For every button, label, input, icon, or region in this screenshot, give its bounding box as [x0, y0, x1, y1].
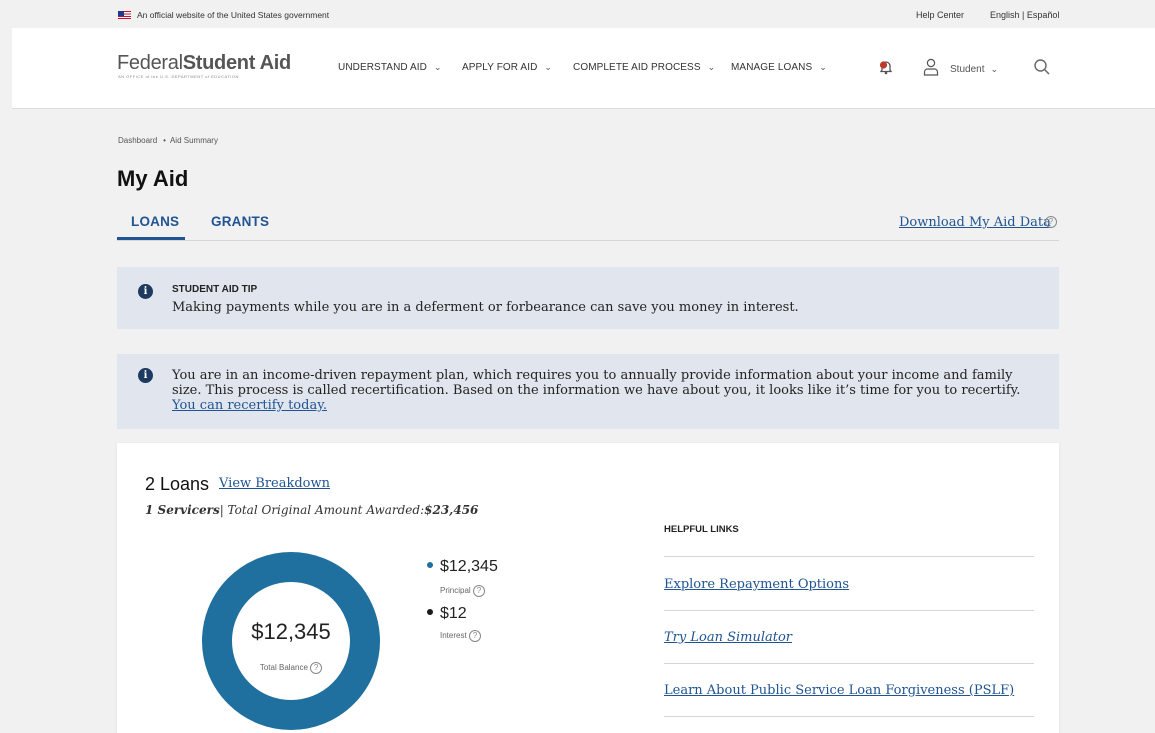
chevron-down-icon: ⌄ — [990, 64, 999, 74]
nav-label: MANAGE LOANS — [731, 62, 813, 73]
interest-label: Interest ? — [440, 630, 481, 642]
help-icon[interactable]: ? — [310, 662, 323, 674]
divider — [664, 556, 1034, 557]
total-balance-label-text: Total Balance — [259, 663, 308, 673]
recertification-alert: i You are in an income-driven repayment … — [117, 354, 1059, 429]
divider — [664, 663, 1034, 664]
chevron-down-icon: ⌄ — [544, 62, 553, 72]
view-breakdown-link[interactable]: View Breakdown — [219, 476, 330, 491]
nav-label: COMPLETE AID PROCESS — [573, 62, 701, 73]
notification-bell-icon[interactable] — [878, 59, 894, 75]
total-balance-amount: $12,345 — [251, 619, 331, 644]
loans-count: 2 Loans — [145, 474, 210, 494]
info-icon: i — [138, 284, 153, 299]
student-aid-tip-alert: i STUDENT AID TIP Making payments while … — [117, 267, 1059, 329]
alert-message-text: You are in an income-driven repayment pl… — [172, 368, 1021, 398]
download-aid-data-link[interactable]: Download My Aid Data — [899, 215, 1051, 230]
page-title: My Aid — [117, 166, 189, 191]
helpful-links-title: HELPFUL LINKS — [664, 524, 739, 535]
search-icon[interactable] — [1033, 58, 1051, 76]
gov-banner: An official website of the United States… — [0, 0, 1155, 28]
total-awarded-amount: $23,456 — [424, 503, 479, 517]
nav-label: UNDERSTAND AID — [338, 62, 428, 73]
tabs-divider — [117, 240, 1059, 241]
nav-label: APPLY FOR AID — [462, 62, 538, 73]
tab-loans[interactable]: LOANS — [131, 214, 179, 229]
loan-simulator-link[interactable]: Try Loan Simulator — [664, 630, 792, 645]
breadcrumb: Dashboard • Aid Summary — [118, 136, 218, 145]
alert-message: Making payments while you are in a defer… — [172, 300, 799, 315]
interest-value: $12 — [440, 605, 467, 622]
help-center-link[interactable]: Help Center — [916, 10, 964, 20]
interest-label-text: Interest — [440, 631, 467, 641]
principal-label: Principal ? — [440, 585, 485, 597]
user-menu[interactable]: Student ⌄ — [950, 64, 998, 75]
pslf-link[interactable]: Learn About Public Service Loan Forgiven… — [664, 683, 1014, 698]
principal-label-text: Principal — [440, 586, 471, 596]
loans-summary-line: 1 Servicers| Total Original Amount Award… — [145, 503, 478, 517]
divider — [664, 610, 1034, 611]
breadcrumb-dashboard[interactable]: Dashboard — [118, 136, 157, 145]
nav-understand-aid[interactable]: UNDERSTAND AID ⌄ — [338, 62, 442, 73]
user-name: Student — [950, 64, 985, 75]
breadcrumb-separator: • — [163, 136, 166, 145]
alert-message: You are in an income-driven repayment pl… — [172, 368, 1042, 413]
help-icon[interactable]: ? — [468, 630, 481, 642]
us-flag-icon — [118, 11, 131, 19]
user-icon[interactable] — [923, 58, 939, 76]
recertify-link[interactable]: You can recertify today. — [172, 398, 327, 413]
logo-student-aid-text: Student Aid — [182, 52, 291, 74]
tab-grants[interactable]: GRANTS — [211, 214, 269, 229]
nav-complete-aid-process[interactable]: COMPLETE AID PROCESS ⌄ — [573, 62, 715, 73]
language-toggle[interactable]: English | Español — [990, 10, 1059, 20]
principal-dot — [427, 562, 433, 568]
interest-dot — [427, 609, 433, 615]
servicers-count: 1 Servicers — [145, 503, 220, 517]
gov-banner-text: An official website of the United States… — [137, 10, 330, 20]
fsa-logo[interactable]: FederalStudent Aid — [117, 52, 291, 75]
help-icon[interactable]: ? — [1045, 216, 1057, 228]
info-icon: i — [138, 368, 153, 383]
total-balance-label: Total Balance ? — [201, 662, 381, 674]
breadcrumb-current: Aid Summary — [169, 136, 218, 145]
loans-summary-card: 2 Loans View Breakdown 1 Servicers| Tota… — [117, 443, 1059, 733]
chevron-down-icon: ⌄ — [819, 62, 827, 72]
summary-text: | Total Original Amount Awarded: — [219, 503, 425, 517]
nav-manage-loans[interactable]: MANAGE LOANS ⌄ — [731, 62, 827, 73]
explore-repayment-link[interactable]: Explore Repayment Options — [664, 577, 849, 592]
divider — [664, 716, 1034, 717]
logo-federal-text: Federal — [117, 52, 183, 74]
principal-value: $12,345 — [440, 558, 498, 575]
chevron-down-icon: ⌄ — [707, 62, 716, 72]
chevron-down-icon: ⌄ — [434, 62, 442, 72]
help-icon[interactable]: ? — [472, 585, 485, 597]
nav-apply-for-aid[interactable]: APPLY FOR AID ⌄ — [462, 62, 552, 73]
logo-subtitle: AN OFFICE of the U.S. DEPARTMENT of EDUC… — [118, 74, 239, 79]
site-header: FederalStudent Aid AN OFFICE of the U.S.… — [12, 28, 1155, 109]
alert-title: STUDENT AID TIP — [172, 284, 258, 295]
